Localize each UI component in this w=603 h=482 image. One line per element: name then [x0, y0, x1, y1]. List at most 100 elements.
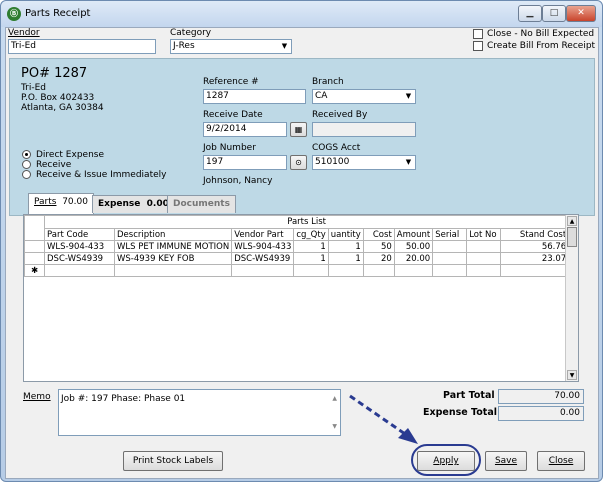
job-number-label: Job Number: [203, 143, 256, 153]
memo-textarea[interactable]: Job #: 197 Phase: Phase 01 ▲ ▼: [58, 389, 341, 436]
cell-stand-cost[interactable]: 56.76: [500, 240, 570, 253]
cell-serial[interactable]: [432, 240, 468, 253]
cogs-acct-value: 510100: [315, 157, 350, 167]
scroll-up-icon[interactable]: ▲: [332, 392, 337, 405]
cell-cost[interactable]: 20: [362, 252, 395, 265]
cogs-acct-select[interactable]: 510100 ▼: [312, 155, 416, 170]
new-row[interactable]: ✱: [24, 264, 570, 277]
parts-list-title: Parts List: [43, 215, 570, 229]
po-address-line3: Atlanta, GA 30384: [21, 103, 104, 113]
grid-scrollbar[interactable]: ▲ ▼: [565, 215, 578, 381]
cell-vendor-part[interactable]: WLS-904-433: [231, 240, 295, 253]
column-header[interactable]: Cost: [362, 228, 395, 241]
receive-issue-radio[interactable]: [22, 170, 31, 179]
memo-text: Job #: 197 Phase: Phase 01: [61, 394, 186, 404]
vendor-label: Vendor: [8, 28, 40, 38]
cell-part-code[interactable]: DSC-WS4939: [44, 252, 115, 265]
cell-part-code[interactable]: WLS-904-433: [44, 240, 115, 253]
branch-select[interactable]: CA ▼: [312, 89, 416, 104]
cell-quantity[interactable]: 1: [327, 240, 364, 253]
receipt-header-panel: PO# 1287 Tri-Ed P.O. Box 402433 Atlanta,…: [9, 58, 595, 216]
job-name: Johnson, Nancy: [203, 176, 273, 186]
cell-amount[interactable]: 50.00: [393, 240, 434, 253]
parts-table: Parts List Part Code Description Vendor …: [24, 215, 570, 277]
scroll-down-icon[interactable]: ▼: [567, 370, 577, 380]
cell-lot-no[interactable]: [466, 240, 502, 253]
chevron-down-icon[interactable]: ▼: [278, 40, 291, 53]
form-body: Vendor Tri-Ed Category J-Res ▼ Close - N…: [5, 27, 599, 479]
create-bill-label: Create Bill From Receipt: [487, 41, 596, 51]
maximize-icon[interactable]: □: [542, 5, 566, 22]
title-bar: Ⓑ Parts Receipt ▁ □ ✕: [1, 1, 602, 27]
chevron-down-icon[interactable]: ▼: [402, 156, 415, 169]
cell-serial[interactable]: [432, 252, 468, 265]
column-header[interactable]: Part Code: [44, 228, 115, 241]
tab-documents[interactable]: Documents: [167, 195, 236, 213]
expense-total-label: Expense Total: [423, 407, 497, 418]
window-title: Parts Receipt: [25, 8, 91, 19]
tab-parts[interactable]: Parts 70.00: [28, 193, 94, 214]
cell-cg-qty[interactable]: 1: [293, 252, 329, 265]
close-icon[interactable]: ✕: [566, 5, 596, 22]
column-header[interactable]: Serial: [432, 228, 468, 241]
cell-amount[interactable]: 20.00: [393, 252, 434, 265]
po-address-line1: Tri-Ed: [21, 83, 47, 93]
new-row-asterisk-icon: ✱: [24, 264, 45, 277]
save-button[interactable]: Save: [485, 451, 527, 471]
column-header[interactable]: Stand Cost: [500, 228, 570, 241]
scroll-down-icon[interactable]: ▼: [332, 420, 337, 433]
vendor-field[interactable]: Tri-Ed: [8, 39, 156, 54]
cell-vendor-part[interactable]: DSC-WS4939: [231, 252, 295, 265]
receive-label: Receive: [36, 160, 72, 170]
category-value: J-Res: [173, 41, 195, 51]
close-no-bill-checkbox[interactable]: [473, 29, 483, 39]
cell-stand-cost[interactable]: 23.07: [500, 252, 570, 265]
branch-value: CA: [315, 91, 328, 101]
cell-lot-no[interactable]: [466, 252, 502, 265]
receive-date-label: Receive Date: [203, 110, 263, 120]
category-select[interactable]: J-Res ▼: [170, 39, 292, 54]
cell-cg-qty[interactable]: 1: [293, 240, 329, 253]
received-by-input[interactable]: [312, 122, 416, 137]
column-header[interactable]: Amount: [393, 228, 434, 241]
cell-description[interactable]: WS-4939 KEY FOB: [113, 252, 233, 265]
reference-input[interactable]: 1287: [203, 89, 306, 104]
scroll-up-icon[interactable]: ▲: [567, 216, 577, 226]
scroll-thumb[interactable]: [567, 227, 577, 247]
table-row[interactable]: DSC-WS4939 WS-4939 KEY FOB DSC-WS4939 1 …: [24, 252, 570, 265]
column-header[interactable]: cg_Qty: [293, 228, 329, 241]
expense-total-value: 0.00: [498, 406, 584, 421]
reference-label: Reference #: [203, 77, 259, 87]
print-stock-labels-button[interactable]: Print Stock Labels: [123, 451, 223, 471]
calendar-icon[interactable]: ▦: [290, 122, 307, 137]
column-header[interactable]: uantity: [327, 228, 364, 241]
part-total-value: 70.00: [498, 389, 584, 404]
receive-radio[interactable]: [22, 160, 31, 169]
chevron-down-icon[interactable]: ▼: [402, 90, 415, 103]
receive-date-input[interactable]: 9/2/2014: [203, 122, 287, 137]
category-label: Category: [170, 28, 212, 38]
receive-issue-label: Receive & Issue Immediately: [36, 170, 167, 180]
direct-expense-radio[interactable]: [22, 150, 31, 159]
cogs-acct-label: COGS Acct: [312, 143, 361, 153]
create-bill-checkbox[interactable]: [473, 41, 483, 51]
column-header[interactable]: Description: [113, 228, 233, 241]
annotation-arrow-icon: [349, 394, 418, 444]
column-header[interactable]: Vendor Part: [231, 228, 295, 241]
column-header[interactable]: Lot No: [466, 228, 502, 241]
received-by-label: Received By: [312, 110, 368, 120]
binoculars-icon[interactable]: ⊙: [290, 155, 307, 170]
job-number-input[interactable]: 197: [203, 155, 287, 170]
apply-button[interactable]: Apply: [417, 451, 475, 471]
close-no-bill-label: Close - No Bill Expected: [487, 29, 595, 39]
minimize-icon[interactable]: ▁: [518, 5, 542, 22]
cell-description[interactable]: WLS PET IMMUNE MOTION: [113, 240, 233, 253]
cell-quantity[interactable]: 1: [327, 252, 364, 265]
cell-cost[interactable]: 50: [362, 240, 395, 253]
tab-expense[interactable]: Expense 0.00: [92, 195, 175, 213]
close-button[interactable]: Close: [537, 451, 585, 471]
parts-grid: Parts List Part Code Description Vendor …: [23, 214, 579, 382]
memo-label: Memo: [23, 392, 51, 402]
table-row[interactable]: WLS-904-433 WLS PET IMMUNE MOTION WLS-90…: [24, 240, 570, 253]
po-address-line2: P.O. Box 402433: [21, 93, 95, 103]
